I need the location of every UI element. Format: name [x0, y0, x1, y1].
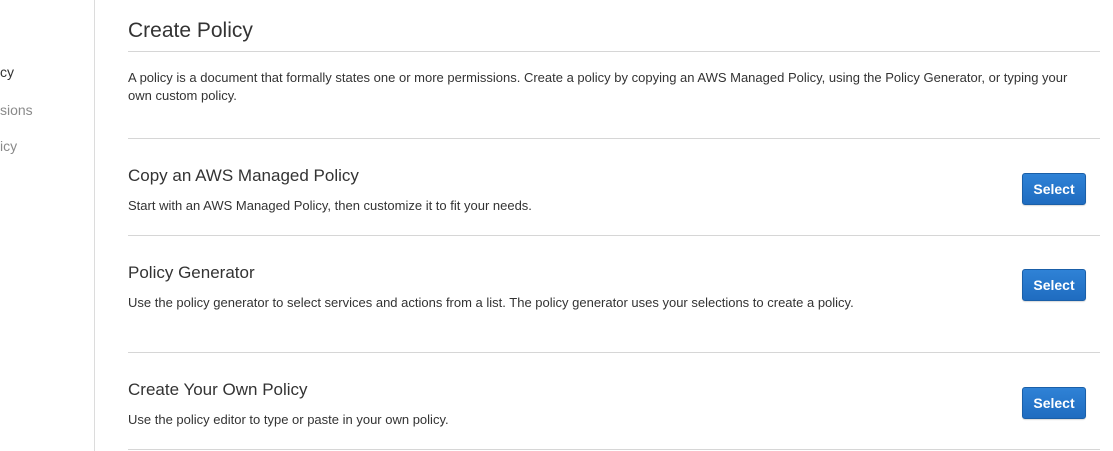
- option-policy-generator: Policy Generator Use the policy generato…: [128, 263, 1100, 343]
- option-description: Start with an AWS Managed Policy, then c…: [128, 198, 532, 213]
- option-copy-managed-policy: Copy an AWS Managed Policy Start with an…: [128, 166, 1100, 226]
- select-copy-managed-policy-button[interactable]: Select: [1022, 173, 1086, 205]
- intro-text: A policy is a document that formally sta…: [128, 70, 1068, 103]
- option-title: Copy an AWS Managed Policy: [128, 166, 359, 185]
- option-description: Use the policy generator to select servi…: [128, 295, 854, 310]
- option-title: Policy Generator: [128, 263, 255, 282]
- sidebar-item-label: sions: [0, 102, 33, 118]
- sidebar-item-review-policy[interactable]: icy: [0, 138, 94, 154]
- select-create-own-policy-button[interactable]: Select: [1022, 387, 1086, 419]
- option-title: Create Your Own Policy: [128, 380, 308, 399]
- section-divider: [128, 138, 1100, 139]
- select-policy-generator-button[interactable]: Select: [1022, 269, 1086, 301]
- option-description: Use the policy editor to type or paste i…: [128, 412, 449, 427]
- title-divider: [128, 51, 1100, 52]
- section-divider: [128, 449, 1100, 450]
- sidebar: cy sions icy: [0, 0, 95, 451]
- sidebar-item-label: icy: [0, 138, 18, 154]
- sidebar-item-policy[interactable]: cy: [0, 64, 94, 80]
- section-divider: [128, 235, 1100, 236]
- sidebar-item-label: cy: [0, 64, 14, 80]
- create-policy-page: cy sions icy Create Policy A policy is a…: [0, 0, 1113, 451]
- option-create-own-policy: Create Your Own Policy Use the policy ed…: [128, 380, 1100, 440]
- page-title: Create Policy: [128, 19, 253, 42]
- sidebar-item-permissions[interactable]: sions: [0, 102, 94, 118]
- section-divider: [128, 352, 1100, 353]
